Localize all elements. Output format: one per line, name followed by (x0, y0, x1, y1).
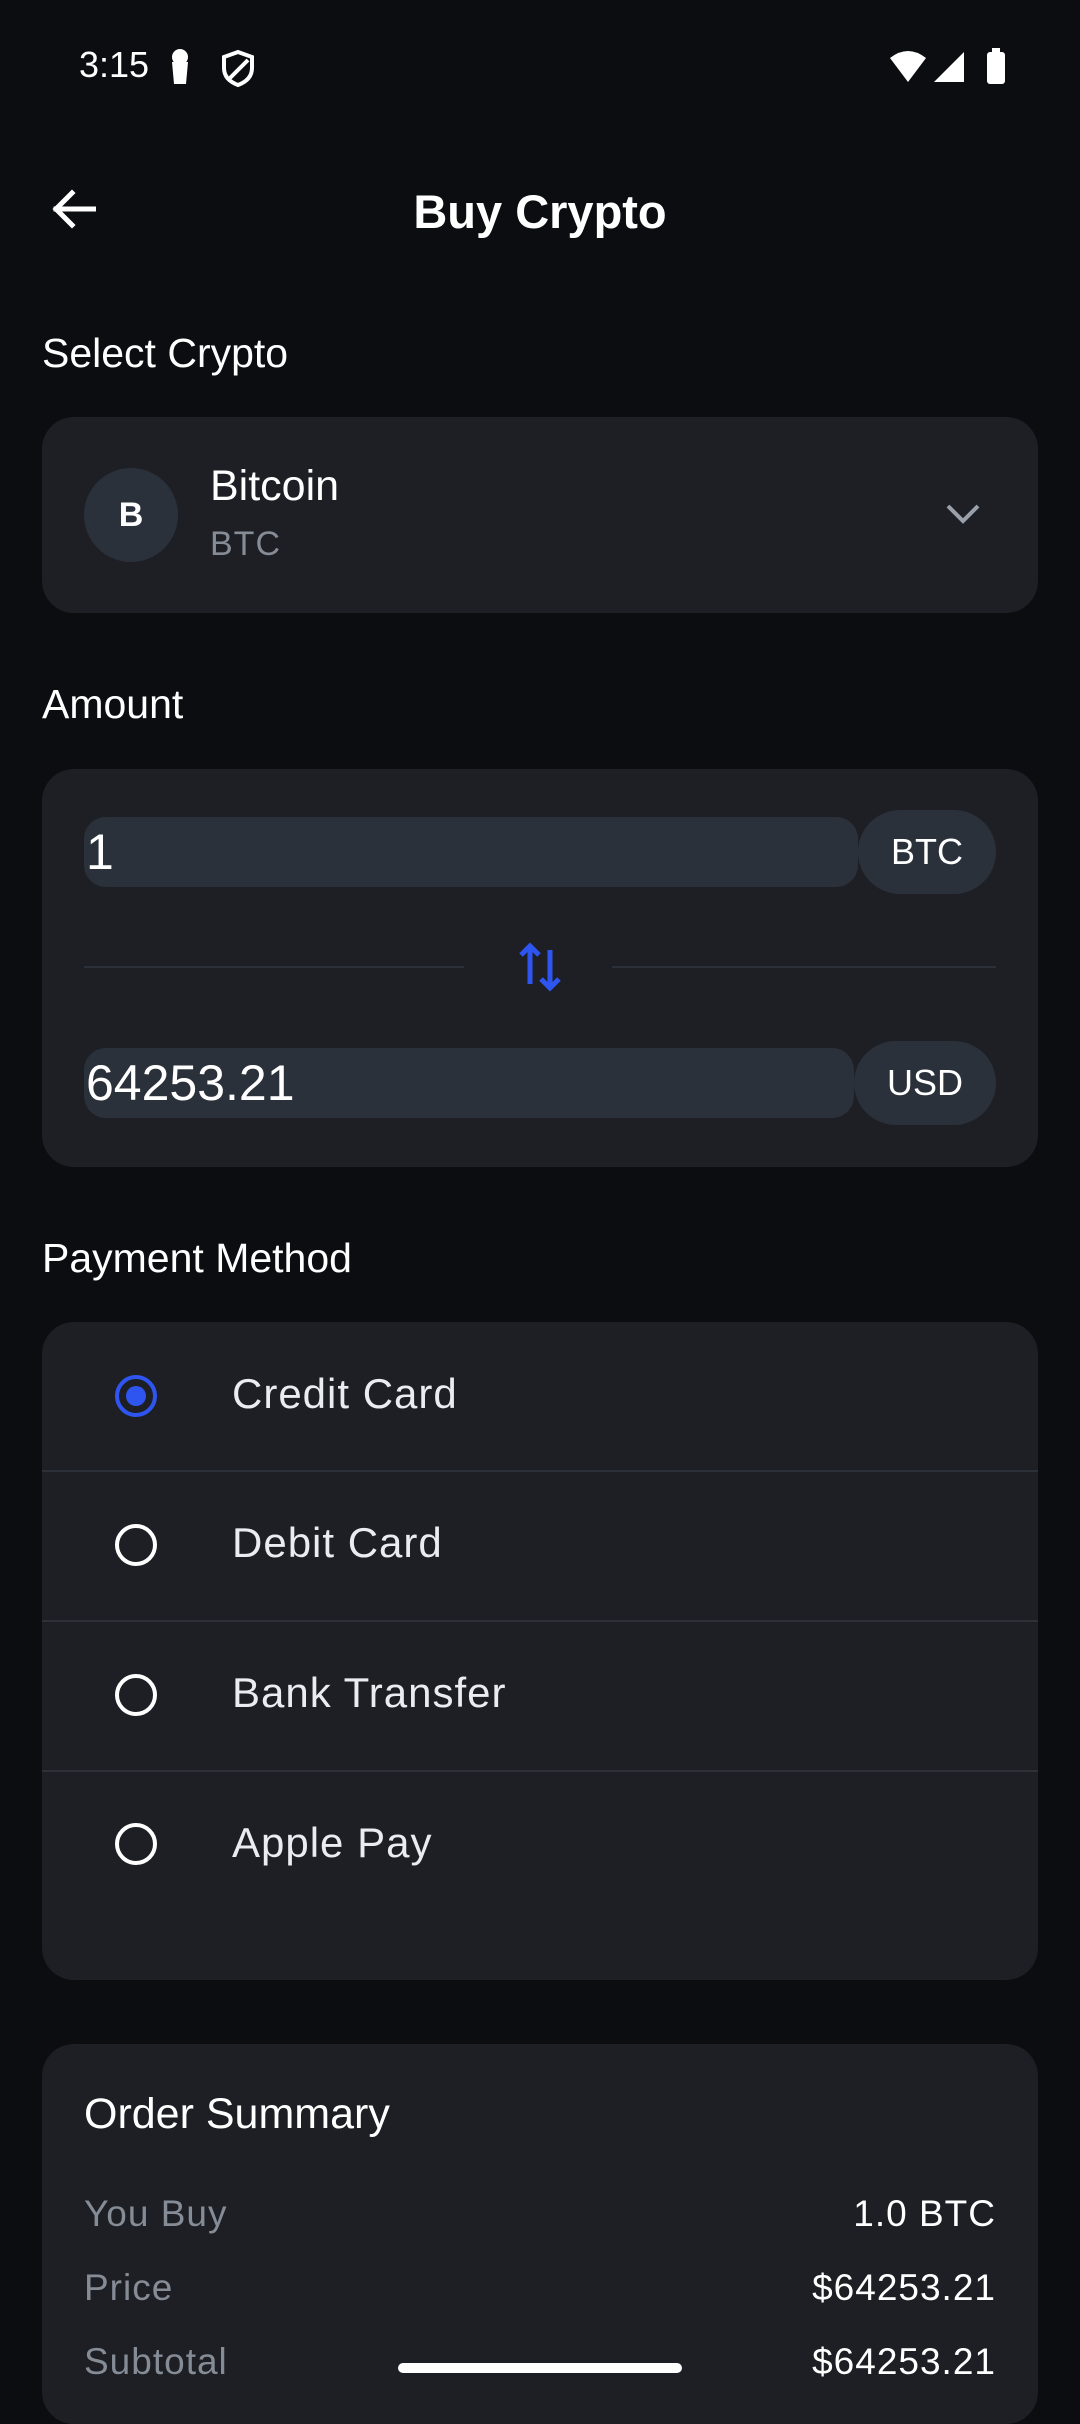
summary-row-value: 1.0 BTC (853, 2193, 996, 2234)
page-title: Buy Crypto (413, 185, 667, 238)
payment-option-debit-card[interactable] (42, 1472, 1038, 1620)
crypto-amount-input[interactable]: 1 (84, 817, 858, 887)
wifi-icon (890, 51, 926, 82)
status-time: 3:15 (79, 44, 150, 85)
fiat-amount-input[interactable]: 64253.21 (84, 1048, 854, 1118)
coin-symbol: BTC (210, 525, 281, 563)
payment-option-label: Bank Transfer (232, 1669, 507, 1716)
divider (84, 966, 464, 968)
summary-row-label: Subtotal (84, 2341, 228, 2382)
radio-selected[interactable] (115, 1375, 157, 1417)
summary-row-label: Price (84, 2267, 174, 2308)
notification-icon (172, 49, 188, 84)
home-indicator[interactable] (398, 2363, 682, 2373)
radio-unselected[interactable] (115, 1674, 157, 1716)
payment-option-label: Apple Pay (232, 1819, 433, 1866)
payment-option-credit-card[interactable] (42, 1322, 1038, 1470)
divider (612, 966, 996, 968)
order-summary-title: Order Summary (84, 2090, 390, 2138)
payment-method-label: Payment Method (42, 1235, 352, 1281)
coin-avatar-letter: B (118, 495, 144, 534)
signal-icon (934, 52, 964, 82)
shield-icon (222, 49, 254, 88)
payment-option-apple-pay[interactable] (42, 1772, 1038, 1920)
swap-button[interactable] (518, 940, 562, 994)
summary-row-label: You Buy (84, 2193, 228, 2234)
battery-icon (987, 52, 1005, 84)
coin-avatar: B (84, 468, 178, 562)
select-crypto-label: Select Crypto (42, 330, 289, 376)
payment-option-bank-transfer[interactable] (42, 1622, 1038, 1770)
coin-name: Bitcoin (210, 462, 340, 510)
chevron-down-icon[interactable] (940, 496, 986, 534)
payment-option-label: Debit Card (232, 1519, 443, 1566)
summary-row-value: $64253.21 (812, 2341, 996, 2382)
fiat-unit-pill[interactable]: USD (854, 1041, 996, 1125)
status-icons-right (888, 48, 1008, 88)
swap-vertical-icon (519, 942, 561, 992)
status-icons-left (160, 48, 260, 88)
payment-option-label: Credit Card (232, 1370, 458, 1417)
amount-label: Amount (42, 681, 184, 727)
radio-unselected[interactable] (115, 1524, 157, 1566)
crypto-selector[interactable] (42, 417, 1038, 613)
crypto-unit-pill[interactable]: BTC (858, 810, 996, 894)
radio-unselected[interactable] (115, 1823, 157, 1865)
summary-row-value: $64253.21 (812, 2267, 996, 2308)
